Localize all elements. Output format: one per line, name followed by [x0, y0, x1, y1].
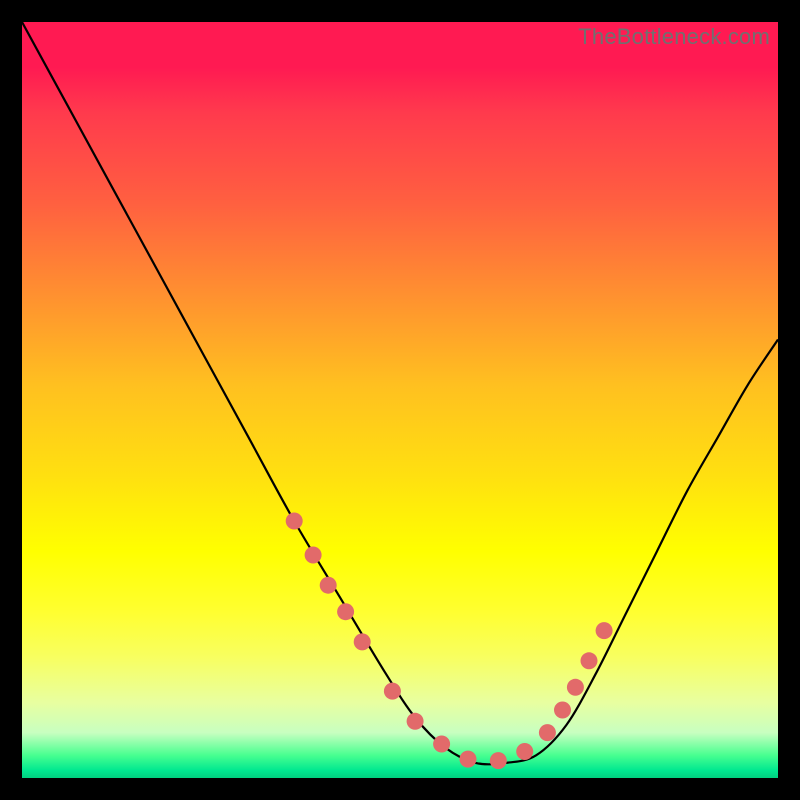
highlight-dot	[596, 622, 613, 639]
highlight-dot	[567, 679, 584, 696]
highlight-dot	[581, 652, 598, 669]
highlight-dot	[460, 751, 477, 768]
highlight-dot	[286, 513, 303, 530]
highlight-dot	[539, 724, 556, 741]
plot-area: TheBottleneck.com	[22, 22, 778, 778]
bottleneck-curve	[22, 22, 778, 764]
highlight-dots	[286, 513, 613, 770]
chart-frame: TheBottleneck.com	[0, 0, 800, 800]
highlight-dot	[337, 603, 354, 620]
highlight-dot	[554, 702, 571, 719]
highlight-dot	[354, 633, 371, 650]
highlight-dot	[490, 752, 507, 769]
highlight-dot	[433, 736, 450, 753]
highlight-dot	[305, 547, 322, 564]
curve-layer	[22, 22, 778, 778]
highlight-dot	[516, 743, 533, 760]
highlight-dot	[384, 683, 401, 700]
highlight-dot	[320, 577, 337, 594]
highlight-dot	[407, 713, 424, 730]
